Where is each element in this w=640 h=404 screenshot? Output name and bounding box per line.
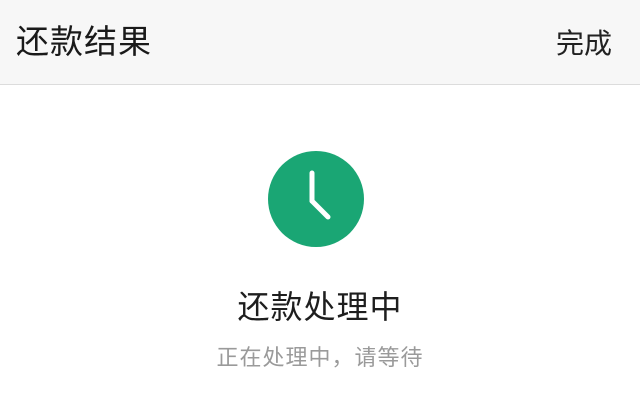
done-button[interactable]: 完成 [556,24,612,64]
status-subtitle: 正在处理中，请等待 [216,346,424,371]
page-title: 还款结果 [16,22,152,61]
clock-icon [268,151,364,247]
navigation-bar: 还款结果 完成 [0,0,640,85]
result-content: 还款处理中 正在处理中，请等待 [0,85,640,404]
status-title: 还款处理中 [237,288,403,326]
